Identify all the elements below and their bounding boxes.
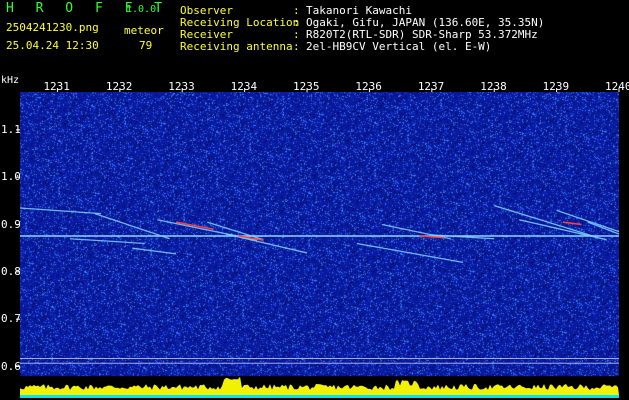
spectrogram-canvas: [20, 92, 619, 398]
y-tick-label: 0.7: [1, 312, 21, 326]
antenna-colon: :: [293, 40, 300, 53]
file-name: 2504241230.png: [6, 21, 99, 34]
hrofft-window: H R O F F T 1.0.0 2504241230.png meteor …: [0, 0, 629, 400]
y-axis-unit: kHz: [1, 75, 20, 86]
capture-datetime: 25.04.24 12:30: [6, 39, 99, 52]
y-tick-label: 0.6: [1, 359, 21, 373]
antenna-label: Receiving antenna: [180, 40, 293, 53]
y-tick-label: 0.9: [1, 217, 21, 231]
antenna-value: 2el-HB9CV Vertical (el. E-W): [306, 40, 492, 53]
meteor-count-label: meteor: [124, 24, 164, 37]
y-tick-label: 0.8: [1, 264, 21, 278]
y-tick-label: 1.1: [1, 122, 21, 136]
app-version: 1.0.0: [126, 4, 157, 15]
y-tick-label: 1.0: [1, 170, 21, 184]
meteor-count-value: 79: [139, 39, 153, 52]
